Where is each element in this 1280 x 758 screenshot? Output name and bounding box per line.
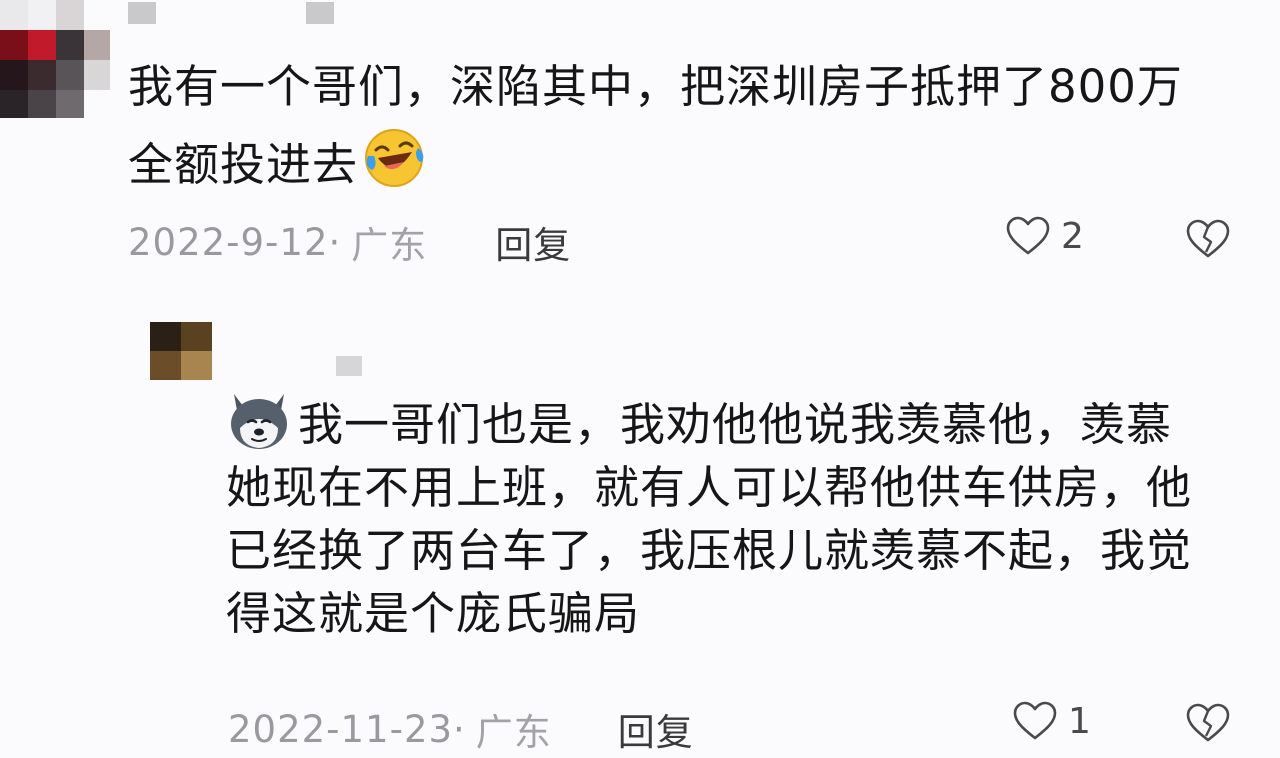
username-redacted[interactable] bbox=[128, 2, 334, 24]
reply-reply-button[interactable]: 回复 bbox=[618, 702, 694, 756]
pixelated-avatar bbox=[0, 0, 110, 118]
reply-like-button[interactable]: 1 bbox=[1012, 700, 1091, 742]
reply-meta: 2022-11-23· 广东 回复 bbox=[228, 702, 694, 756]
avatar[interactable] bbox=[0, 0, 110, 118]
reply-avatar[interactable] bbox=[150, 322, 212, 380]
broken-heart-icon[interactable] bbox=[1185, 218, 1231, 260]
heart-icon bbox=[1013, 701, 1057, 740]
reply-button[interactable]: 回复 bbox=[495, 215, 571, 269]
reply-text: 我一哥们也是，我劝他他说我羡慕他，羡慕她现在不用上班，就有人可以帮他供车供房，他… bbox=[226, 398, 1193, 640]
husky-dog-emoji-icon bbox=[231, 394, 287, 449]
redacted-block bbox=[128, 2, 156, 24]
comment-body: 我有一个哥们，深陷其中，把深圳房子抵押了800万全额投进去 bbox=[128, 48, 1208, 204]
comment-text: 我有一个哥们，深陷其中，把深圳房子抵押了800万全额投进去 bbox=[128, 60, 1183, 191]
like-count: 2 bbox=[1061, 215, 1084, 257]
reply-username-redacted[interactable] bbox=[336, 356, 362, 376]
heart-icon bbox=[1006, 216, 1050, 255]
like-button[interactable]: 2 bbox=[1005, 215, 1084, 257]
reply-body: 我一哥们也是，我劝他他说我羡慕他，羡慕她现在不用上班，就有人可以帮他供车供房，他… bbox=[226, 390, 1206, 645]
reply-region: 广东 bbox=[475, 711, 552, 754]
laughing-crying-emoji-icon bbox=[365, 129, 424, 187]
broken-heart-icon[interactable] bbox=[1185, 702, 1231, 744]
reply-like-count: 1 bbox=[1068, 700, 1091, 742]
comment-thread: 我有一个哥们，深陷其中，把深圳房子抵押了800万全额投进去 2022-9-12·… bbox=[0, 0, 1280, 758]
comment-region: 广东 bbox=[351, 224, 428, 267]
comment-date: 2022-9-12· bbox=[128, 220, 342, 264]
reply-date: 2022-11-23· bbox=[228, 707, 466, 751]
redacted-block bbox=[306, 2, 334, 24]
comment-meta: 2022-9-12· 广东 回复 bbox=[128, 215, 571, 269]
